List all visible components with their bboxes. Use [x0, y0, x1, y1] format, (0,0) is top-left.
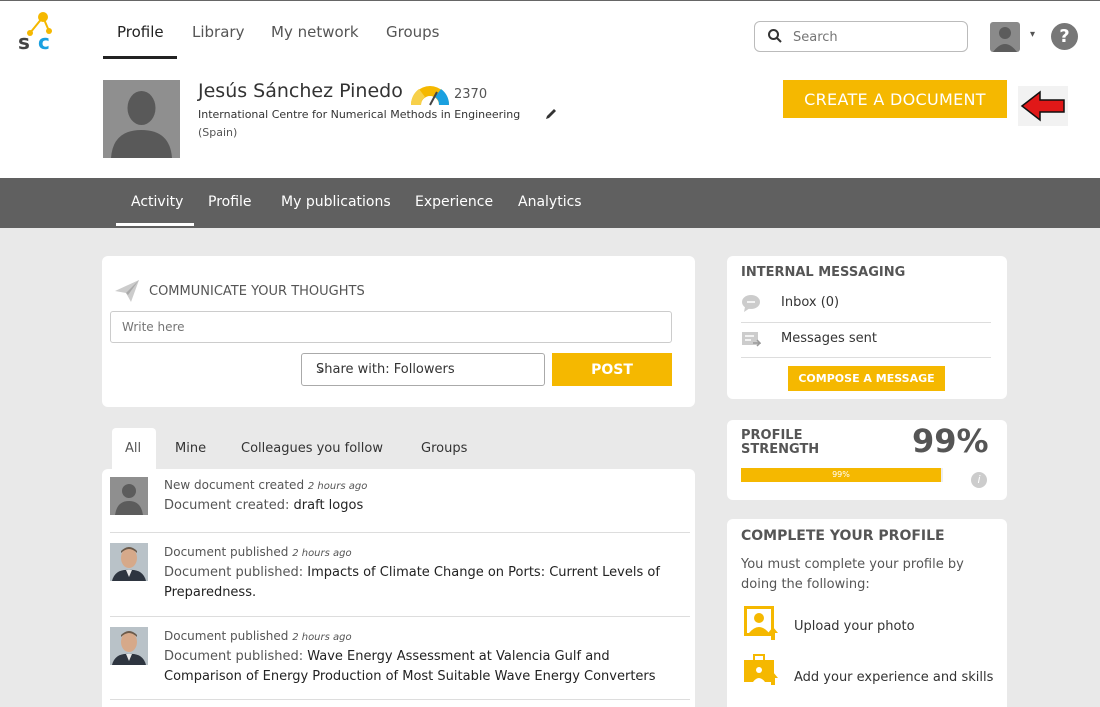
communicate-thoughts-card: COMMUNICATE YOUR THOUGHTS Share with: Fo…: [102, 256, 695, 407]
communicate-title: COMMUNICATE YOUR THOUGHTS: [149, 284, 365, 299]
messages-sent-link[interactable]: Messages sent: [741, 330, 993, 356]
tab-experience[interactable]: Experience: [415, 194, 493, 210]
profile-name: Jesús Sánchez Pinedo: [198, 80, 403, 102]
feed-divider: [110, 532, 690, 533]
strength-progress-fill: 99%: [741, 468, 941, 482]
tab-analytics[interactable]: Analytics: [518, 194, 582, 210]
complete-profile-card: COMPLETE YOUR PROFILE You must complete …: [727, 519, 1007, 707]
profile-photo[interactable]: [103, 80, 180, 158]
user-menu-caret-icon[interactable]: ▾: [1030, 29, 1035, 40]
section-navigation: Activity Profile My publications Experie…: [0, 178, 1100, 228]
chat-bubble-icon: [742, 295, 760, 312]
search-icon: [768, 29, 782, 43]
avatar[interactable]: [110, 627, 148, 665]
strength-title-line1: PROFILE: [741, 428, 803, 443]
messages-sent-label: Messages sent: [781, 331, 877, 346]
create-document-button[interactable]: CREATE A DOCUMENT: [783, 80, 1007, 118]
share-with-select[interactable]: Share with: Followers ⌄: [301, 353, 545, 386]
messaging-title: INTERNAL MESSAGING: [741, 265, 906, 280]
svg-text:s: s: [18, 30, 30, 51]
profile-header: Jesús Sánchez Pinedo 2370 International …: [0, 60, 1100, 178]
complete-profile-description: You must complete your profile by doing …: [741, 557, 964, 592]
topnav-my-network[interactable]: My network: [271, 23, 359, 41]
edit-pencil-icon[interactable]: [544, 107, 558, 121]
feed-tab-colleagues[interactable]: Colleagues you follow: [241, 441, 383, 456]
tab-my-publications[interactable]: My publications: [281, 194, 391, 210]
user-avatar[interactable]: [990, 22, 1020, 52]
strength-progress-bar: 99%: [741, 468, 943, 482]
avatar[interactable]: [110, 543, 148, 581]
briefcase-icon[interactable]: [743, 650, 779, 686]
sent-messages-icon: [742, 332, 761, 347]
compose-message-button[interactable]: COMPOSE A MESSAGE: [788, 366, 945, 391]
feed-divider: [110, 699, 690, 700]
thought-input[interactable]: [110, 311, 672, 343]
strength-percent: 99%: [912, 422, 989, 460]
feed-item-meta: Document published 2 hours ago: [164, 629, 352, 643]
messaging-divider: [741, 357, 991, 358]
tab-profile[interactable]: Profile: [208, 194, 252, 210]
topnav-library[interactable]: Library: [192, 23, 244, 41]
svg-text:c: c: [38, 30, 50, 51]
messaging-divider: [741, 322, 991, 323]
feed-item-text: Document created: draft logos: [164, 498, 364, 513]
paper-plane-icon: [115, 280, 139, 302]
red-arrow-icon: [1018, 86, 1068, 126]
feed-item-meta: Document published 2 hours ago: [164, 545, 352, 559]
feed-item-meta: New document created 2 hours ago: [164, 478, 368, 492]
inbox-label: Inbox (0): [781, 295, 840, 310]
task-add-experience[interactable]: Add your experience and skills: [794, 661, 994, 695]
search-box[interactable]: [754, 21, 968, 52]
feed-tab-groups[interactable]: Groups: [421, 441, 467, 456]
profile-country: (Spain): [198, 126, 238, 139]
chevron-down-icon: ⌄: [316, 361, 327, 375]
task-upload-photo[interactable]: Upload your photo: [794, 619, 915, 634]
upload-photo-icon[interactable]: [743, 605, 779, 641]
post-button[interactable]: POST: [552, 353, 672, 386]
secnav-active-indicator: [116, 223, 194, 226]
profile-strength-card: PROFILE STRENGTH 99% 99% i: [727, 420, 1007, 500]
feed-tab-mine[interactable]: Mine: [175, 441, 206, 456]
activity-feed: New document created 2 hours ago Documen…: [102, 469, 695, 707]
score-gauge-icon: [410, 86, 450, 106]
feed-divider: [110, 616, 690, 617]
inbox-link[interactable]: Inbox (0): [741, 293, 993, 321]
topnav-active-indicator: [103, 56, 177, 59]
complete-profile-title: COMPLETE YOUR PROFILE: [741, 528, 945, 544]
feed-tab-all[interactable]: All: [125, 441, 141, 456]
strength-title-line2: STRENGTH: [741, 442, 820, 457]
internal-messaging-card: INTERNAL MESSAGING Inbox (0) Messages se…: [727, 256, 1007, 399]
site-logo[interactable]: s c: [16, 11, 56, 54]
feed-item-text: Document published: Impacts of Climate C…: [164, 565, 660, 600]
help-icon[interactable]: ?: [1051, 23, 1078, 50]
feed-item-text: Document published: Wave Energy Assessme…: [164, 649, 656, 684]
info-icon[interactable]: i: [971, 472, 987, 488]
profile-institution: International Centre for Numerical Metho…: [198, 108, 521, 121]
topnav-groups[interactable]: Groups: [386, 23, 439, 41]
top-navigation-bar: s c Profile Library My network Groups ▾ …: [0, 0, 1100, 60]
search-input[interactable]: [793, 27, 953, 47]
avatar[interactable]: [110, 477, 148, 515]
topnav-profile[interactable]: Profile: [117, 23, 164, 41]
feed-item-link[interactable]: draft logos: [294, 498, 364, 513]
profile-score: 2370: [454, 87, 488, 102]
tab-activity[interactable]: Activity: [131, 194, 183, 210]
